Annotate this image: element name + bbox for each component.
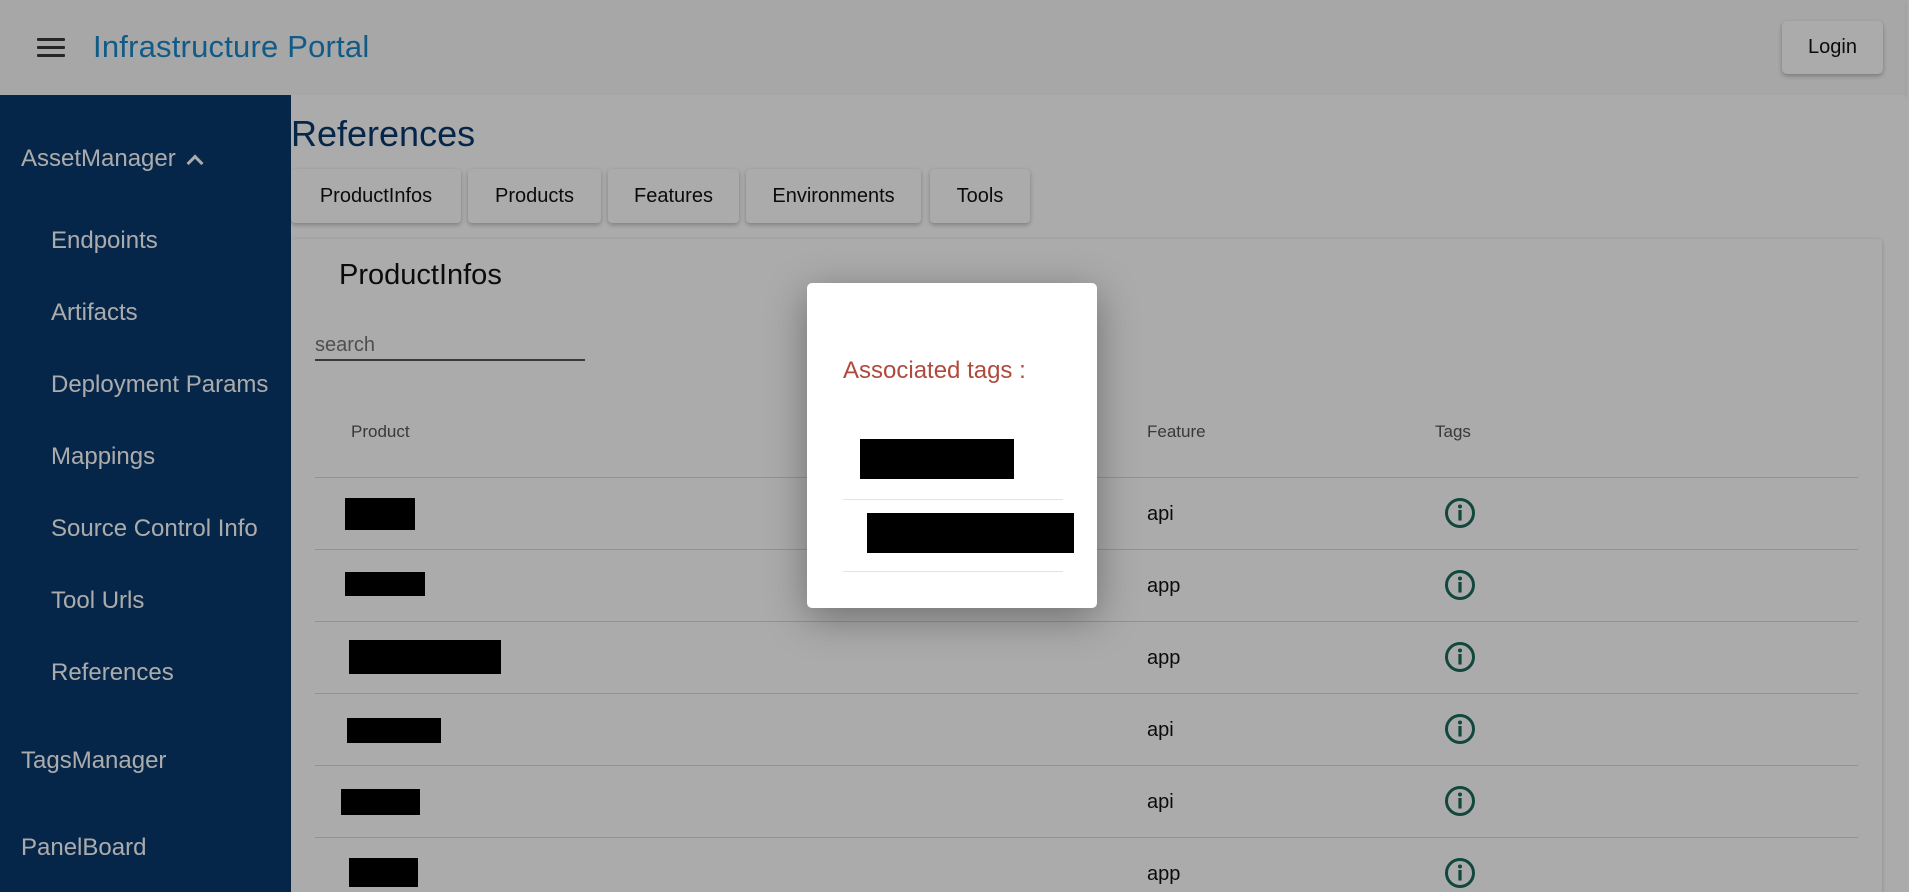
tag-divider: [843, 571, 1063, 572]
tag-item-redacted: [867, 513, 1074, 553]
tag-item-redacted: [860, 439, 1014, 479]
dialog-title: Associated tags :: [843, 357, 1026, 384]
associated-tags-dialog: Associated tags :: [807, 283, 1097, 608]
tag-divider: [843, 499, 1063, 500]
app-root: Infrastructure Portal Login AssetManager…: [0, 0, 1909, 892]
